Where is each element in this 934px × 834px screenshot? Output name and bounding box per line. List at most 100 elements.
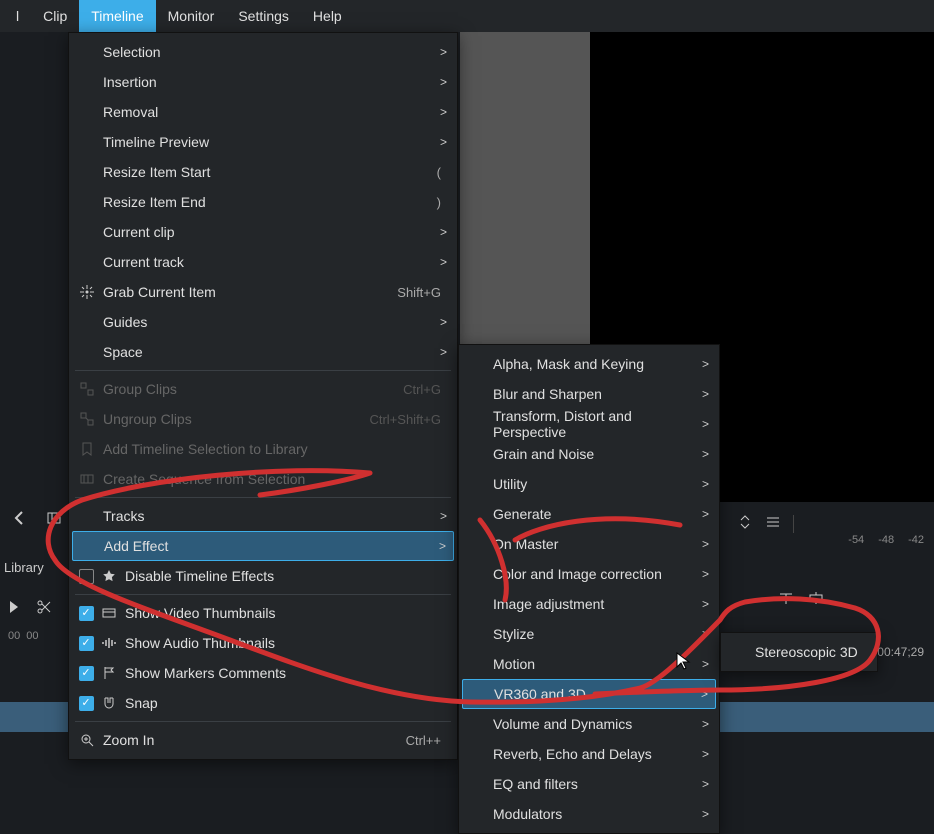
timeline-menu-item[interactable]: Tracks> xyxy=(69,501,457,531)
timeline-menu-item[interactable]: Disable Timeline Effects xyxy=(69,561,457,591)
chevron-right-icon: > xyxy=(433,225,447,239)
separator xyxy=(75,594,451,595)
menu-item-label: Ungroup Clips xyxy=(99,411,369,427)
panel-button[interactable] xyxy=(42,506,66,530)
timeline-menu-item[interactable]: Insertion> xyxy=(69,67,457,97)
chevron-right-icon: > xyxy=(695,717,709,731)
meter-label: -54 xyxy=(848,534,864,546)
effect-menu-item[interactable]: Image adjustment> xyxy=(459,589,719,619)
chevron-right-icon: > xyxy=(433,345,447,359)
play-icon[interactable] xyxy=(6,599,22,618)
menu-item-label: Stereoscopic 3D xyxy=(751,644,867,660)
chevron-right-icon: > xyxy=(695,537,709,551)
timeline-ruler: 00 00 xyxy=(0,630,39,642)
menu-item-label: Selection xyxy=(99,44,433,60)
scissors-icon[interactable] xyxy=(36,599,52,618)
menu-item-label: Space xyxy=(99,344,433,360)
timeline-menu-item[interactable]: Space> xyxy=(69,337,457,367)
effect-menu-item[interactable]: Volume and Dynamics> xyxy=(459,709,719,739)
menu-item-label: Guides xyxy=(99,314,433,330)
menu-item-label: Removal xyxy=(99,104,433,120)
menu-item-label: Modulators xyxy=(489,806,695,822)
effect-menu-item[interactable]: Color and Image correction> xyxy=(459,559,719,589)
timeline-menu-item[interactable]: Add Effect> xyxy=(72,531,454,561)
chevron-right-icon: > xyxy=(695,807,709,821)
chevron-right-icon: > xyxy=(695,477,709,491)
view-toggle-group xyxy=(737,514,794,533)
timeline-menu-item[interactable]: ✓Snap xyxy=(69,688,457,718)
timeline-menu-item[interactable]: Current clip> xyxy=(69,217,457,247)
menu-item-label: Utility xyxy=(489,476,695,492)
effect-menu-item[interactable]: Grain and Noise> xyxy=(459,439,719,469)
timeline-menu-item[interactable]: Grab Current ItemShift+G xyxy=(69,277,457,307)
timeline-menu-item[interactable]: Guides> xyxy=(69,307,457,337)
menu-item-label: Group Clips xyxy=(99,381,403,397)
list-icon[interactable] xyxy=(765,514,781,533)
chevron-right-icon: > xyxy=(433,75,447,89)
effect-menu-item[interactable]: Transform, Distort and Perspective> xyxy=(459,409,719,439)
shortcut-label: Ctrl+G xyxy=(403,382,447,397)
timeline-menu-item[interactable]: Zoom InCtrl++ xyxy=(69,725,457,755)
menubar-item-clip[interactable]: Clip xyxy=(31,0,79,32)
effect-menu-item[interactable]: On Master> xyxy=(459,529,719,559)
chevron-right-icon: > xyxy=(695,417,709,431)
chevron-right-icon: > xyxy=(433,255,447,269)
menubar-item-settings[interactable]: Settings xyxy=(226,0,301,32)
effect-menu-item[interactable]: Utility> xyxy=(459,469,719,499)
add-effect-submenu: Alpha, Mask and Keying>Blur and Sharpen>… xyxy=(458,344,720,834)
checkbox[interactable]: ✓ xyxy=(75,696,97,711)
effect-menu-item[interactable]: Blur and Sharpen> xyxy=(459,379,719,409)
library-tab[interactable]: Library xyxy=(4,560,44,575)
effect-menu-item[interactable]: Reverb, Echo and Delays> xyxy=(459,739,719,769)
effect-menu-item[interactable]: Motion> xyxy=(459,649,719,679)
chevron-right-icon: > xyxy=(695,657,709,671)
sequence-icon xyxy=(75,471,99,487)
toolbar xyxy=(0,500,74,536)
timeline-menu-item[interactable]: Current track> xyxy=(69,247,457,277)
collapse-icon[interactable] xyxy=(737,514,753,533)
chevron-right-icon: > xyxy=(695,627,709,641)
flag-icon xyxy=(97,665,121,681)
timeline-menu-item[interactable]: Selection> xyxy=(69,37,457,67)
timeline-menu-item: Group ClipsCtrl+G xyxy=(69,374,457,404)
chevron-right-icon: > xyxy=(433,45,447,59)
chevron-right-icon: > xyxy=(695,597,709,611)
effect-menu-item[interactable]: Stylize> xyxy=(459,619,719,649)
effect-menu-item[interactable]: Modulators> xyxy=(459,799,719,829)
chevron-right-icon: > xyxy=(433,135,447,149)
menubar-item-help[interactable]: Help xyxy=(301,0,354,32)
checkbox[interactable] xyxy=(75,569,97,584)
effect-menu-item[interactable]: Alpha, Mask and Keying> xyxy=(459,349,719,379)
effect-menu-item[interactable]: Generate> xyxy=(459,499,719,529)
timeline-menu-item[interactable]: Resize Item Start( xyxy=(69,157,457,187)
shortcut-label: Shift+G xyxy=(397,285,447,300)
back-button[interactable] xyxy=(8,506,32,530)
bookmark-icon xyxy=(75,441,99,457)
timeline-menu-item[interactable]: ✓Show Video Thumbnails xyxy=(69,598,457,628)
checkbox[interactable]: ✓ xyxy=(75,666,97,681)
vr360-menu-item[interactable]: Stereoscopic 3D xyxy=(721,637,877,667)
vr360-submenu: Stereoscopic 3D xyxy=(720,632,878,672)
timeline-menu-item[interactable]: Resize Item End) xyxy=(69,187,457,217)
timeline-menu-item[interactable]: Timeline Preview> xyxy=(69,127,457,157)
effect-menu-item[interactable]: VR360 and 3D> xyxy=(462,679,716,709)
marker-tool-icon[interactable] xyxy=(778,590,794,609)
menu-item-label: Tracks xyxy=(99,508,433,524)
menu-item-label: Grain and Noise xyxy=(489,446,695,462)
timeline-menu-item[interactable]: ✓Show Markers Comments xyxy=(69,658,457,688)
checkbox[interactable]: ✓ xyxy=(75,606,97,621)
timeline-menu-item[interactable]: ✓Show Audio Thumbnails xyxy=(69,628,457,658)
menu-item-label: Resize Item End xyxy=(99,194,437,210)
menubar-item-monitor[interactable]: Monitor xyxy=(156,0,227,32)
timeline-menu-item[interactable]: Removal> xyxy=(69,97,457,127)
zoomin-icon xyxy=(75,732,99,748)
checkbox[interactable]: ✓ xyxy=(75,636,97,651)
menubar-item-timeline[interactable]: Timeline xyxy=(79,0,155,32)
chevron-right-icon: > xyxy=(695,747,709,761)
move-icon xyxy=(75,284,99,300)
shortcut-label: Ctrl++ xyxy=(406,733,447,748)
effect-menu-item[interactable]: EQ and filters> xyxy=(459,769,719,799)
insert-tool-icon[interactable] xyxy=(808,590,824,609)
audio-meter-labels: -54 -48 -42 xyxy=(848,534,924,546)
menubar-item-l[interactable]: l xyxy=(4,0,31,32)
